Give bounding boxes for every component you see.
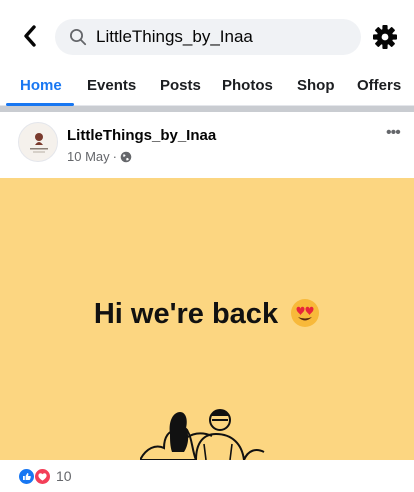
reaction-count[interactable]: 10 <box>56 468 72 484</box>
post-image[interactable]: Hi we're back <box>0 178 414 460</box>
page-tabs: Home Events Posts Photos Shop Offers <box>0 68 414 106</box>
gear-icon <box>373 25 397 49</box>
headline-text: Hi we're back <box>93 298 279 330</box>
search-query-text: LittleThings_by_Inaa <box>96 27 253 46</box>
page-logo-icon <box>30 133 48 153</box>
avatar[interactable] <box>18 122 58 162</box>
like-reaction-icon <box>18 468 35 485</box>
heart-eyes-emoji-icon <box>291 299 320 327</box>
people-illustration <box>140 409 265 460</box>
back-button[interactable] <box>18 22 42 50</box>
post-author-name[interactable]: LittleThings_by_Inaa <box>67 127 216 144</box>
chevron-left-icon <box>24 25 36 47</box>
tab-events[interactable]: Events <box>87 77 136 94</box>
search-input[interactable]: LittleThings_by_Inaa <box>55 19 361 55</box>
post-image-headline: Hi we're back <box>0 298 414 331</box>
search-icon <box>70 29 87 46</box>
more-options-button[interactable]: ••• <box>386 124 401 142</box>
reaction-icons <box>18 468 51 485</box>
tab-shop[interactable]: Shop <box>297 77 335 94</box>
post-meta: 10 May · <box>67 149 132 164</box>
settings-button[interactable] <box>372 24 398 50</box>
tab-offers[interactable]: Offers <box>357 77 401 94</box>
post-date[interactable]: 10 May <box>67 149 110 164</box>
globe-icon <box>120 151 132 162</box>
love-reaction-icon <box>34 468 51 485</box>
tab-posts[interactable]: Posts <box>160 77 201 94</box>
top-bar: LittleThings_by_Inaa <box>0 0 414 68</box>
tab-photos[interactable]: Photos <box>222 77 273 94</box>
tab-home[interactable]: Home <box>20 77 62 94</box>
post-header: LittleThings_by_Inaa 10 May · ••• <box>0 112 414 178</box>
reactions-bar[interactable]: 10 <box>0 460 414 492</box>
meta-separator: · <box>112 149 117 164</box>
